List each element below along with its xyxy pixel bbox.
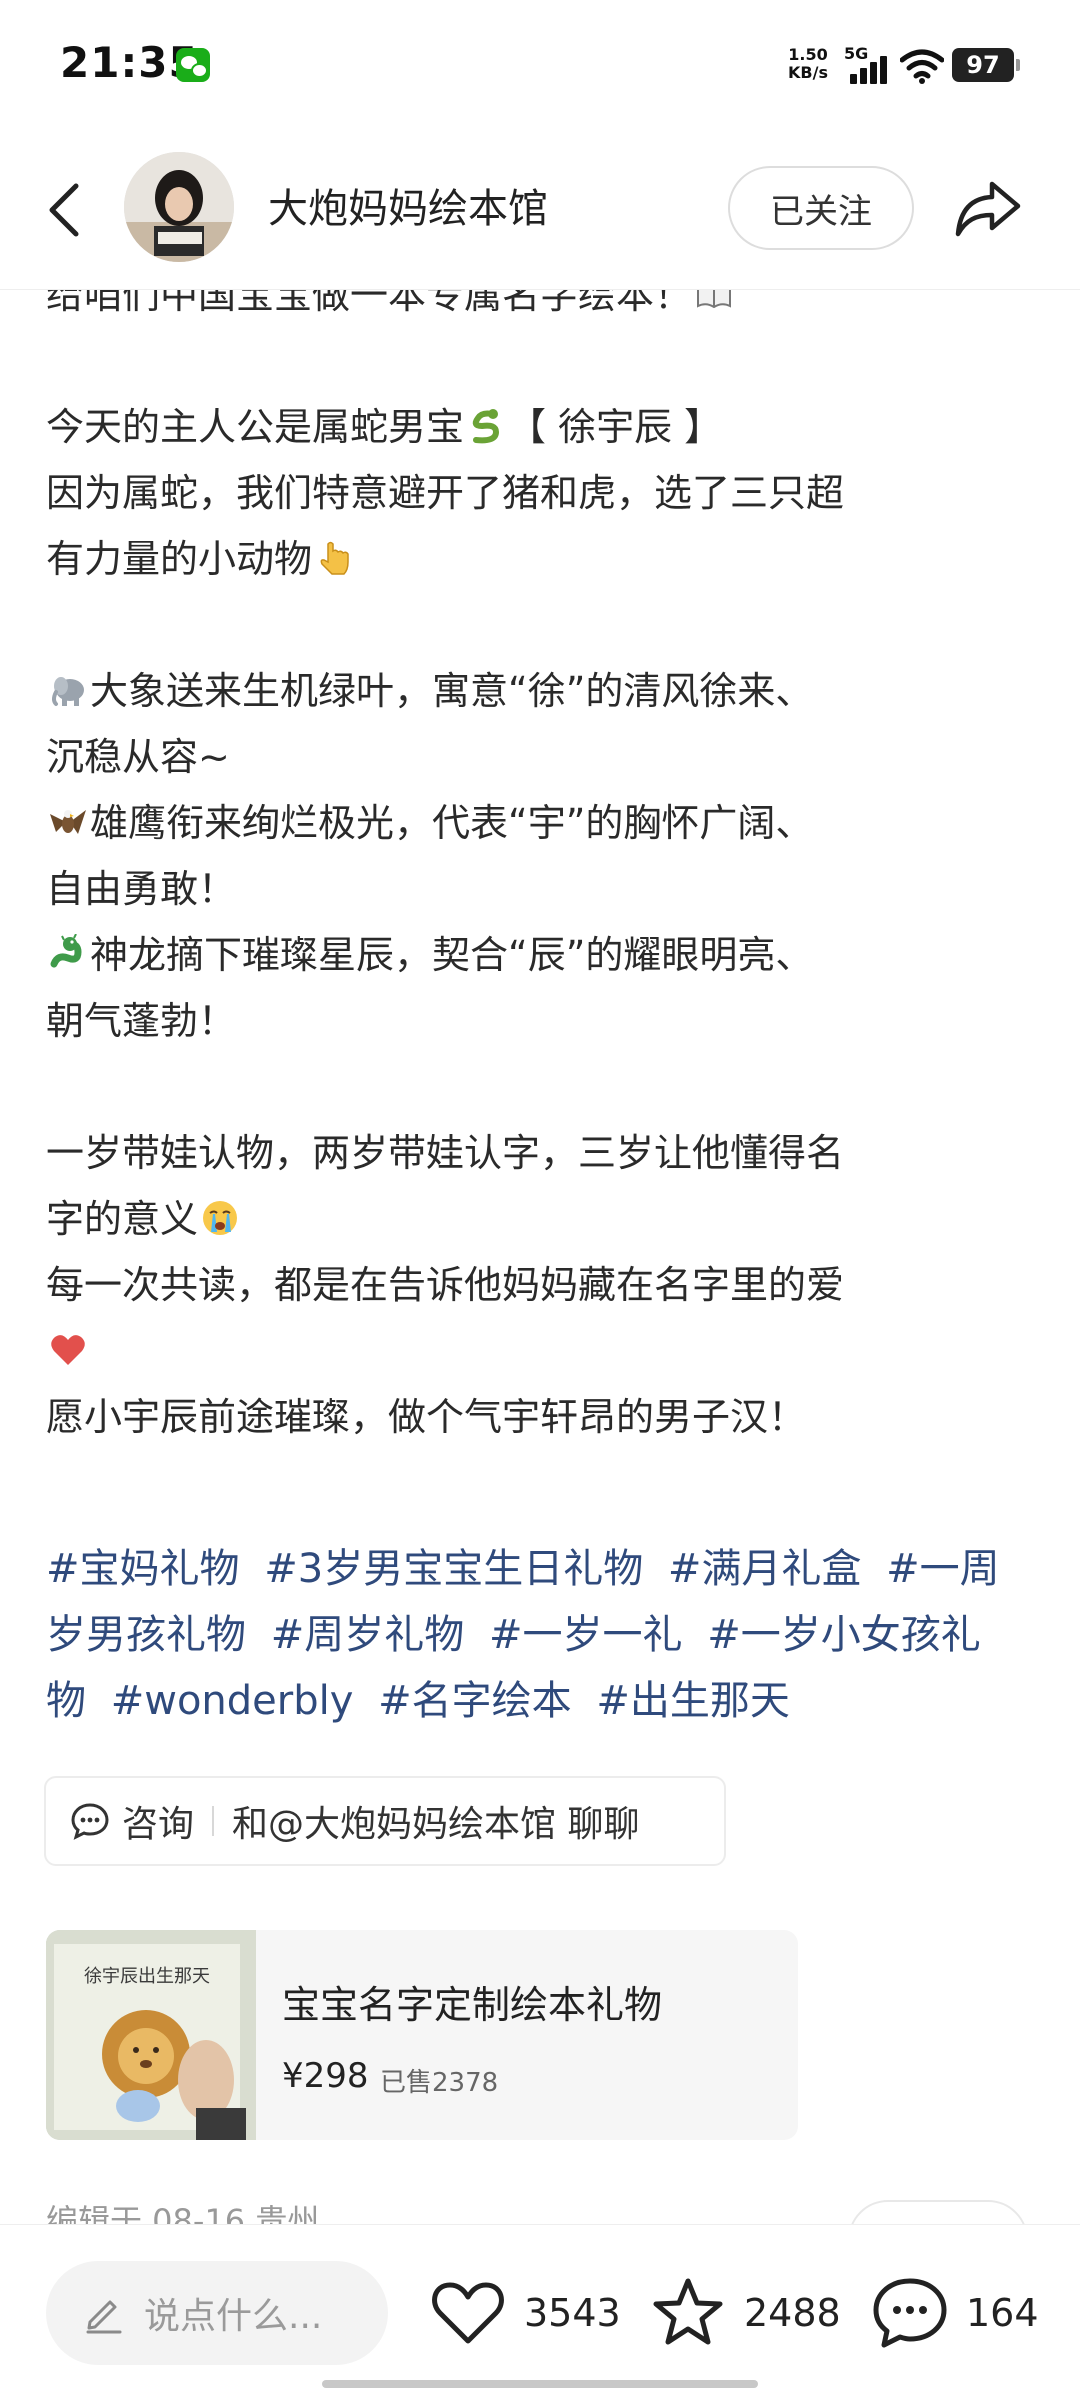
body-line: 一岁带娃认物，两岁带娃认字，三岁让他懂得名 (46, 1131, 845, 1175)
hashtag-link[interactable]: #3岁男宝宝生日礼物 (264, 1546, 643, 1592)
back-icon[interactable] (36, 170, 88, 250)
pointing-down-emoji-icon (320, 541, 349, 575)
bottom-action-bar: 说点什么... 3543 2488 164 (0, 2224, 1080, 2400)
body-text: 字的意义 (46, 1197, 199, 1241)
consult-chip[interactable]: 咨询 和@大炮妈妈绘本馆 聊聊 (44, 1776, 726, 1866)
hashtag-link[interactable]: #周岁礼物 (271, 1612, 465, 1658)
follow-button[interactable]: 已关注 (728, 166, 914, 250)
body-text: 今天的主人公是属蛇男宝 (46, 405, 465, 449)
signal-icon (850, 54, 890, 84)
hashtag-link[interactable]: #名字绘本 (378, 1678, 572, 1724)
body-line: 雄鹰衔来绚烂极光，代表“宇”的胸怀广阔、 (46, 790, 1036, 856)
author-avatar[interactable] (124, 152, 234, 262)
body-text: 雄鹰衔来绚烂极光，代表“宇”的胸怀广阔、 (90, 801, 814, 845)
body-text: 【 徐宇辰 】 (508, 405, 723, 449)
share-icon[interactable] (950, 170, 1026, 246)
comment-bubble-icon (873, 2278, 947, 2348)
chat-bubble-icon (71, 1803, 109, 1840)
comment-placeholder: 说点什么... (144, 2296, 323, 2337)
product-title: 宝宝名字定制绘本礼物 (282, 1983, 663, 2027)
elephant-emoji-icon (52, 677, 84, 706)
status-bar: 21:35 1.50 KB/s 5G 97 (0, 0, 1080, 130)
author-name[interactable]: 大炮妈妈绘本馆 (268, 176, 548, 234)
hashtag-list: #宝妈礼物 #3岁男宝宝生日礼物 #满月礼盒 #一周岁男孩礼物 #周岁礼物 #一… (46, 1536, 1026, 1734)
like-button[interactable]: 3543 (428, 2261, 621, 2365)
body-text: 神龙摘下璀璨星辰，契合“辰”的耀眼明亮、 (90, 933, 814, 977)
body-line: 今天的主人公是属蛇男宝【 徐宇辰 】 (46, 394, 1036, 460)
comment-input[interactable]: 说点什么... (46, 2261, 388, 2365)
product-thumbnail: 徐宇辰出生那天 (46, 1930, 256, 2140)
hashtag-link[interactable]: #满月礼盒 (668, 1546, 862, 1592)
heart-icon (432, 2282, 504, 2344)
hashtag-link[interactable]: #一岁一礼 (489, 1612, 683, 1658)
comment-button[interactable]: 164 (870, 2261, 1039, 2365)
product-card[interactable]: 徐宇辰出生那天 宝宝名字定制绘本礼物 ¥298 已售2378 (46, 1930, 798, 2140)
star-icon (653, 2278, 723, 2345)
home-indicator (322, 2380, 758, 2388)
eagle-emoji-icon (50, 810, 86, 834)
consult-divider (212, 1806, 215, 1836)
battery-level: 97 (952, 48, 1020, 82)
body-line: 有力量的小动物 (46, 526, 1036, 592)
comment-count: 164 (966, 2291, 1039, 2335)
body-line: 沉稳从容~ (46, 735, 230, 779)
snake-emoji-icon (472, 409, 500, 444)
hashtag-link[interactable]: #出生那天 (596, 1678, 790, 1724)
dragon-emoji-icon (50, 934, 82, 968)
body-line: 字的意义 (46, 1186, 1036, 1252)
body-line: 因为属蛇，我们特意避开了猪和虎，选了三只超 (46, 471, 845, 515)
network-speed-value: 1.50 (788, 45, 828, 64)
wifi-icon (900, 49, 944, 84)
body-text: 大象送来生机绿叶，寓意“徐”的清风徐来、 (90, 669, 814, 713)
post-header: 大炮妈妈绘本馆 已关注 (0, 130, 1080, 290)
like-count: 3543 (524, 2291, 621, 2335)
body-line: 愿小宇辰前途璀璨，做个气宇轩昂的男子汉！ (46, 1395, 807, 1439)
crying-face-emoji-icon (203, 1201, 238, 1235)
collect-count: 2488 (744, 2291, 841, 2335)
consult-label: 咨询 (122, 1804, 195, 1845)
post-body: 给咱们中国宝宝做一本专属名字绘本！ 今天的主人公是属蛇男宝【 徐宇辰 】 因为属… (46, 262, 1036, 1450)
consult-chat-text: 和@大炮妈妈绘本馆 聊聊 (232, 1804, 640, 1845)
pencil-icon (86, 2300, 122, 2334)
product-cover-text: 徐宇辰出生那天 (84, 1966, 210, 1987)
red-heart-emoji-icon (51, 1335, 85, 1365)
body-line: 每一次共读，都是在告诉他妈妈藏在名字里的爱 (46, 1263, 845, 1307)
body-line: 自由勇敢！ (46, 867, 237, 911)
product-price: ¥298 (282, 2056, 369, 2096)
hashtag-link[interactable]: #宝妈礼物 (46, 1546, 240, 1592)
body-text: 有力量的小动物 (46, 537, 313, 581)
body-line: 大象送来生机绿叶，寓意“徐”的清风徐来、 (46, 658, 1036, 724)
hashtag-link[interactable]: #wonderbly (111, 1678, 354, 1724)
body-line (46, 1318, 1036, 1384)
network-speed-unit: KB/s (788, 63, 828, 82)
body-line: 神龙摘下璀璨星辰，契合“辰”的耀眼明亮、 (46, 922, 1036, 988)
wechat-icon (176, 48, 210, 82)
body-line: 朝气蓬勃！ (46, 999, 237, 1043)
network-speed: 1.50 KB/s (784, 46, 832, 82)
product-sold-count: 已售2378 (380, 2068, 499, 2098)
collect-button[interactable]: 2488 (648, 2261, 841, 2365)
